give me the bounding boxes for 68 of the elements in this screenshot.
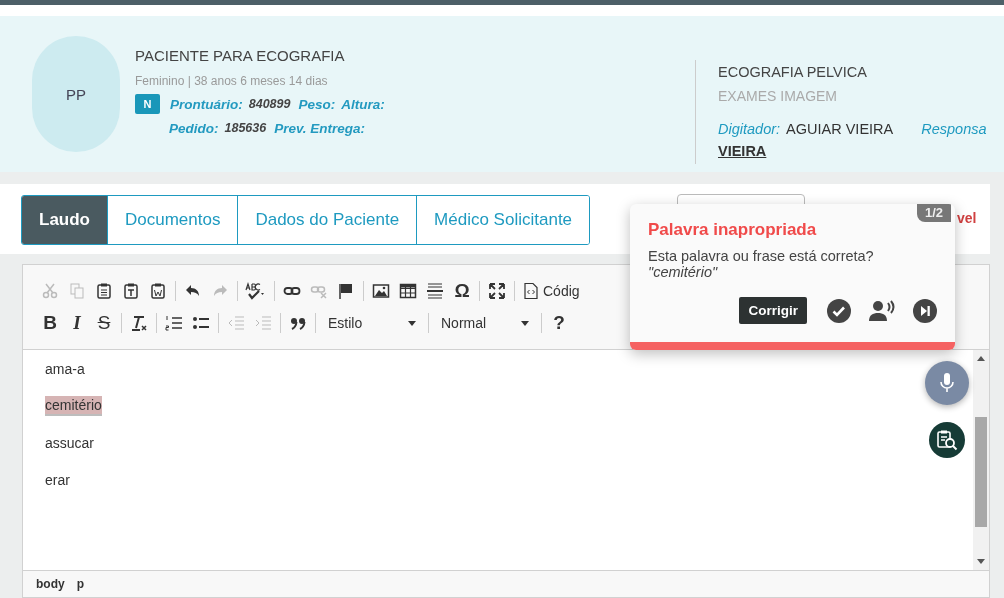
field-label: Peso: xyxy=(298,96,336,112)
field-value: 840899 xyxy=(248,97,291,111)
patient-name: PACIENTE PARA ECOGRAFIA xyxy=(135,47,346,64)
cut-icon xyxy=(41,282,59,300)
flag-icon xyxy=(337,282,355,300)
bullet-list-icon xyxy=(192,314,210,332)
action-link[interactable]: vel xyxy=(957,210,977,226)
flagged-word-quote: "cemitério" xyxy=(648,264,719,280)
clipboard-icon xyxy=(122,282,140,300)
paragraph: erar xyxy=(45,470,70,489)
tab[interactable]: Laudo xyxy=(22,196,107,244)
strike-button[interactable]: S xyxy=(91,310,117,336)
outdent-icon xyxy=(227,314,245,332)
field-value: 185636 xyxy=(224,121,267,135)
symbol-button[interactable]: Ω xyxy=(449,278,475,304)
paragraph: ama-a xyxy=(45,359,85,378)
patient-details: Feminino | 38 anos 6 meses 14 dias xyxy=(135,74,329,88)
patient-badge: N xyxy=(135,94,160,114)
field-label: Responsa xyxy=(921,121,987,137)
element-path-item[interactable]: p xyxy=(76,577,84,591)
popup-message: Esta palavra ou frase está correta? xyxy=(648,248,875,264)
clear-format-icon xyxy=(130,314,148,332)
bold-button[interactable]: B xyxy=(37,310,63,336)
caret-icon xyxy=(408,320,416,326)
field-label: Altura: xyxy=(341,96,385,112)
correct-button[interactable]: Corrigir xyxy=(739,297,807,324)
microphone-icon xyxy=(940,373,954,393)
clipboard-icon xyxy=(95,282,113,300)
spellcheck-icon xyxy=(245,282,267,300)
exam-title: ECOGRAFIA PELVICA xyxy=(718,64,868,80)
field-label: Digitador: xyxy=(718,121,781,137)
indent-icon xyxy=(254,314,272,332)
source-icon xyxy=(522,282,538,300)
check-icon xyxy=(827,298,851,323)
accept-button[interactable] xyxy=(827,298,851,323)
skip-button[interactable] xyxy=(913,298,937,323)
speak-button[interactable] xyxy=(869,299,895,322)
flagged-word: cemitério xyxy=(45,395,102,416)
popup-title: Palavra inapropriada xyxy=(648,220,818,240)
symbol-button[interactable]: ? xyxy=(546,310,572,336)
style-dropdown[interactable]: Estilo xyxy=(320,310,424,336)
image-icon xyxy=(372,282,390,300)
source-button[interactable]: Códig xyxy=(519,278,583,304)
element-path-item[interactable]: body xyxy=(36,577,65,591)
table-icon xyxy=(399,282,417,300)
field-label: Pedido: xyxy=(169,120,219,136)
copy-icon xyxy=(68,282,86,300)
horizontal-line-icon xyxy=(426,282,444,300)
skip-next-icon xyxy=(913,298,937,323)
exam-category: EXAMES IMAGEM xyxy=(718,88,839,104)
numbered-list-icon xyxy=(165,314,183,332)
field-value: AGUIAR VIEIRA xyxy=(786,121,894,137)
field-label: Prev. Entrega: xyxy=(274,120,365,136)
scroll-up-icon xyxy=(977,356,985,361)
clipboard-search-icon xyxy=(936,429,958,451)
caret-icon xyxy=(521,320,529,326)
italic-button[interactable]: I xyxy=(64,310,90,336)
maximize-icon xyxy=(488,282,506,300)
clipboard-icon xyxy=(149,282,167,300)
field-label: Prontuário: xyxy=(170,96,243,112)
scroll-down-icon xyxy=(977,559,985,564)
responsible-link[interactable]: VIEIRA xyxy=(718,143,767,159)
scrollbar[interactable] xyxy=(973,350,989,570)
counter-badge: 1/2 xyxy=(916,204,951,222)
avatar: PP xyxy=(32,36,120,152)
style-dropdown[interactable]: Normal xyxy=(433,310,537,336)
person-speaking-icon xyxy=(869,299,895,322)
paragraph: assucar xyxy=(45,433,95,452)
